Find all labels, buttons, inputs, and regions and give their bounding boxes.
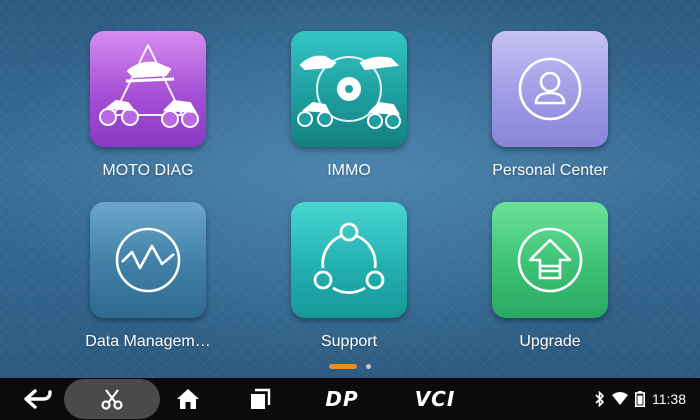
app-label: Personal Center xyxy=(492,162,608,179)
vci-brand-button[interactable]: VCI xyxy=(400,378,470,420)
page-indicator xyxy=(0,364,700,370)
app-label: MOTO DIAG xyxy=(102,162,194,179)
share-nodes-icon xyxy=(291,202,407,318)
page-dot[interactable] xyxy=(366,364,371,369)
brand-dp: DP xyxy=(325,387,359,411)
clock: 11:38 xyxy=(652,391,686,407)
chart-line-icon xyxy=(90,202,206,318)
app-moto-diag[interactable]: MOTO DIAG xyxy=(68,31,228,191)
navigation-bar: DP VCI 11:38 xyxy=(0,378,700,420)
app-personal-center[interactable]: Personal Center xyxy=(470,31,630,191)
status-area: 11:38 xyxy=(595,378,686,420)
app-data-management[interactable]: Data Managem… xyxy=(68,202,228,362)
person-icon xyxy=(492,31,608,147)
wifi-icon xyxy=(612,392,628,405)
app-support[interactable]: Support xyxy=(269,202,429,362)
scissors-icon[interactable] xyxy=(92,378,132,420)
app-label: Data Managem… xyxy=(85,333,211,350)
home-icon[interactable] xyxy=(168,378,208,420)
upgrade-arrow-icon xyxy=(492,202,608,318)
app-label: Upgrade xyxy=(519,333,581,350)
battery-icon xyxy=(635,391,645,407)
home-screen: MOTO DIAG IMMO Personal Center Data Mana… xyxy=(0,0,700,378)
app-immo[interactable]: IMMO xyxy=(269,31,429,191)
back-arrow-icon[interactable] xyxy=(18,378,58,420)
app-label: IMMO xyxy=(327,162,371,179)
page-dot-active xyxy=(329,364,357,369)
motorcycle-diag-icon xyxy=(90,31,206,147)
bluetooth-icon xyxy=(595,391,605,407)
app-label: Support xyxy=(320,333,378,350)
brand-vci: VCI xyxy=(414,387,456,411)
recent-apps-icon[interactable] xyxy=(240,378,280,420)
immobilizer-key-icon xyxy=(291,31,407,147)
app-upgrade[interactable]: Upgrade xyxy=(470,202,630,362)
dp-brand-button[interactable]: DP xyxy=(312,378,372,420)
